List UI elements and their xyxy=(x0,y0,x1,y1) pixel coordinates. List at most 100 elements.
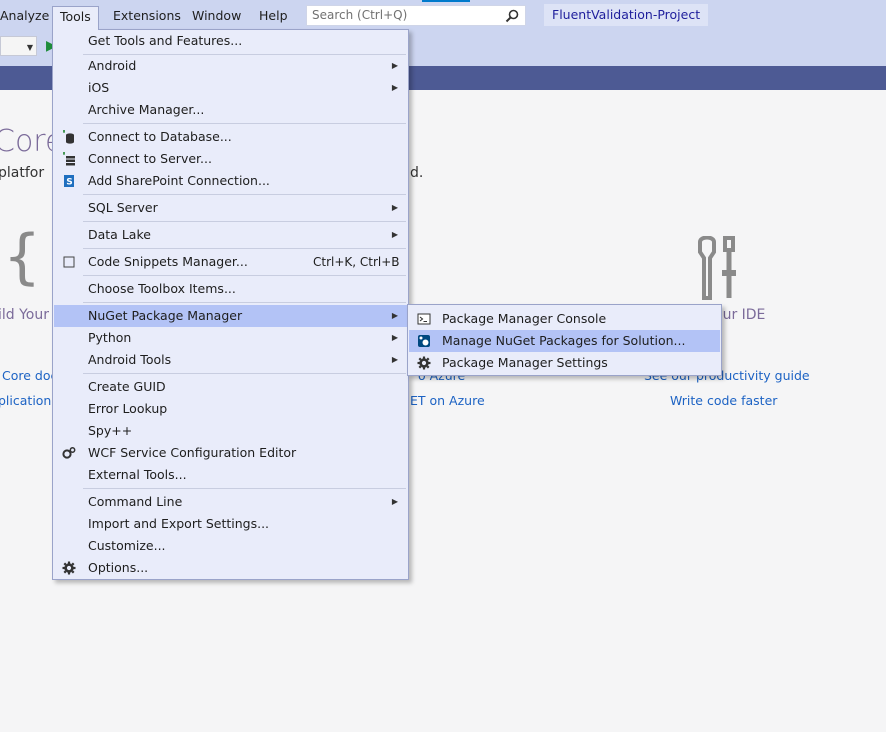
menu-bar: Analyze Tools Extensions Window Help Sea… xyxy=(0,0,886,30)
menu-item-wcf-editor[interactable]: WCF Service Configuration Editor xyxy=(54,442,407,464)
menu-item-create-guid[interactable]: Create GUID xyxy=(54,376,407,398)
menu-item-get-tools[interactable]: Get Tools and Features... xyxy=(54,30,407,52)
menu-item-data-lake[interactable]: Data Lake ▶ xyxy=(54,224,407,246)
menu-item-sql-server[interactable]: SQL Server ▶ xyxy=(54,197,407,219)
svg-text:S: S xyxy=(66,178,72,188)
gear-icon xyxy=(417,356,431,370)
menu-item-nuget[interactable]: NuGet Package Manager ▶ xyxy=(54,305,407,327)
menu-item-label: Connect to Server... xyxy=(88,151,212,166)
menu-separator xyxy=(83,221,406,222)
menu-item-label: External Tools... xyxy=(88,467,187,482)
menu-window[interactable]: Window xyxy=(188,6,245,26)
menu-separator xyxy=(83,248,406,249)
menu-item-label: Error Lookup xyxy=(88,401,168,416)
submenu-arrow-icon: ▶ xyxy=(391,230,398,239)
menu-item-label: Import and Export Settings... xyxy=(88,516,270,531)
menu-item-python[interactable]: Python ▶ xyxy=(54,327,407,349)
link-core-docs[interactable]: Core doc xyxy=(2,368,57,383)
menu-item-android-tools[interactable]: Android Tools ▶ xyxy=(54,349,407,371)
menu-analyze[interactable]: Analyze xyxy=(0,6,53,26)
gear-icon xyxy=(62,561,76,575)
menu-tools[interactable]: Tools xyxy=(52,6,99,30)
submenu-arrow-icon: ▶ xyxy=(391,355,398,364)
nuget-submenu: Package Manager Console Manage NuGet Pac… xyxy=(407,304,722,376)
menu-separator xyxy=(83,275,406,276)
menu-item-manage-nuget-packages[interactable]: Manage NuGet Packages for Solution... xyxy=(409,330,720,352)
submenu-arrow-icon: ▶ xyxy=(391,61,398,70)
link-net-on-azure[interactable]: ET on Azure xyxy=(410,393,485,408)
menu-item-label: Code Snippets Manager... xyxy=(88,254,248,269)
menu-separator xyxy=(83,373,406,374)
menu-item-label: Spy++ xyxy=(88,423,133,438)
search-icon xyxy=(505,9,519,23)
menu-item-customize[interactable]: Customize... xyxy=(54,535,407,557)
menu-item-package-manager-console[interactable]: Package Manager Console xyxy=(409,308,720,330)
menu-item-label: Connect to Database... xyxy=(88,129,232,144)
menu-item-label: Archive Manager... xyxy=(88,102,205,117)
menu-item-label: Command Line xyxy=(88,494,183,509)
menu-separator xyxy=(83,302,406,303)
menu-item-code-snippets[interactable]: Code Snippets Manager... Ctrl+K, Ctrl+B xyxy=(54,251,407,273)
menu-item-sharepoint[interactable]: S Add SharePoint Connection... xyxy=(54,170,407,192)
config-dropdown[interactable]: ▼ xyxy=(0,36,37,56)
menu-item-ios[interactable]: iOS ▶ xyxy=(54,77,407,99)
search-input[interactable]: Search (Ctrl+Q) xyxy=(306,5,526,26)
tools-icon xyxy=(698,236,736,300)
menu-extensions[interactable]: Extensions xyxy=(109,6,185,26)
menu-separator xyxy=(83,123,406,124)
menu-separator xyxy=(83,194,406,195)
menu-item-label: Python xyxy=(88,330,132,345)
menu-item-label: NuGet Package Manager xyxy=(88,308,243,323)
menu-item-label: iOS xyxy=(88,80,110,95)
submenu-arrow-icon: ▶ xyxy=(391,311,398,320)
menu-item-label: Choose Toolbox Items... xyxy=(88,281,236,296)
menu-item-label: Create GUID xyxy=(88,379,166,394)
menu-help[interactable]: Help xyxy=(255,6,292,26)
accent-strip xyxy=(422,0,470,2)
menu-item-label: Package Manager Console xyxy=(442,311,607,326)
console-icon xyxy=(417,313,431,325)
menu-item-external-tools[interactable]: External Tools... xyxy=(54,464,407,486)
menu-item-label: WCF Service Configuration Editor xyxy=(88,445,297,460)
menu-item-label: Get Tools and Features... xyxy=(88,33,243,48)
menu-item-connect-database[interactable]: Connect to Database... xyxy=(54,126,407,148)
tools-menu: Get Tools and Features... Android ▶ iOS … xyxy=(52,29,409,580)
submenu-arrow-icon: ▶ xyxy=(391,203,398,212)
menu-item-label: Manage NuGet Packages for Solution... xyxy=(442,333,686,348)
start-page-subtitle-end: d. xyxy=(410,165,424,181)
menu-item-choose-toolbox[interactable]: Choose Toolbox Items... xyxy=(54,278,407,300)
solution-name: FluentValidation-Project xyxy=(544,4,709,26)
menu-item-archive-manager[interactable]: Archive Manager... xyxy=(54,99,407,121)
submenu-arrow-icon: ▶ xyxy=(391,497,398,506)
link-write-code-faster[interactable]: Write code faster xyxy=(670,393,777,408)
menu-separator xyxy=(83,488,406,489)
submenu-arrow-icon: ▶ xyxy=(391,333,398,342)
menu-item-label: Add SharePoint Connection... xyxy=(88,173,270,188)
menu-item-options[interactable]: Options... xyxy=(54,557,407,579)
menu-item-label: Options... xyxy=(88,560,149,575)
menu-item-label: SQL Server xyxy=(88,200,158,215)
menu-item-android[interactable]: Android ▶ xyxy=(54,55,407,77)
menu-item-spy[interactable]: Spy++ xyxy=(54,420,407,442)
sharepoint-icon: S xyxy=(64,175,74,188)
menu-item-connect-server[interactable]: Connect to Server... xyxy=(54,148,407,170)
submenu-arrow-icon: ▶ xyxy=(391,83,398,92)
wcf-gear-icon xyxy=(62,447,76,459)
start-page-subtitle: platfor xyxy=(0,165,45,181)
menu-item-label: Android Tools xyxy=(88,352,172,367)
menu-item-label: Customize... xyxy=(88,538,166,553)
build-app-label: ild Your xyxy=(0,307,50,323)
server-icon xyxy=(63,152,75,166)
menu-item-label: Package Manager Settings xyxy=(442,355,608,370)
nuget-icon xyxy=(418,335,430,347)
menu-item-label: Android xyxy=(88,58,137,73)
menu-item-command-line[interactable]: Command Line ▶ xyxy=(54,491,407,513)
menu-item-import-export[interactable]: Import and Export Settings... xyxy=(54,513,407,535)
menu-item-error-lookup[interactable]: Error Lookup xyxy=(54,398,407,420)
search-placeholder: Search (Ctrl+Q) xyxy=(312,8,408,22)
menu-item-label: Data Lake xyxy=(88,227,151,242)
database-icon xyxy=(63,130,74,144)
chevron-down-icon: ▼ xyxy=(26,43,33,52)
menu-item-package-manager-settings[interactable]: Package Manager Settings xyxy=(409,352,720,374)
snippet-icon xyxy=(63,256,75,268)
